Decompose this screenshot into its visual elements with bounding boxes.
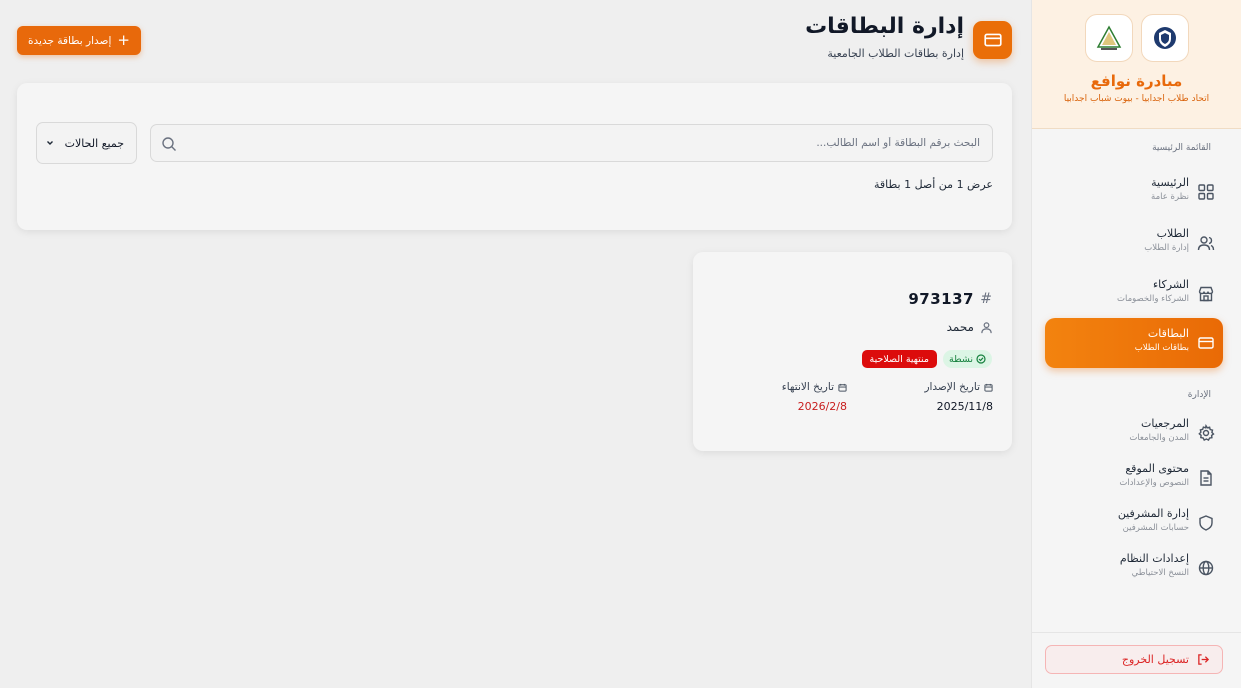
divider (1031, 632, 1241, 633)
sidebar-item-sub: النصوص والإعدادات (1119, 478, 1189, 488)
student-card[interactable]: # 973137 محمد نشطة منتهية الصلاحية تاريخ… (693, 252, 1012, 451)
union-logo (1140, 14, 1189, 62)
sidebar-item-supervisors[interactable]: إدارة المشرفين حسابات المشرفين (1045, 498, 1223, 548)
expiry-date-label-text: تاريخ الانتهاء (781, 381, 834, 393)
sidebar-item-site-content[interactable]: محتوى الموقع النصوص والإعدادات (1045, 453, 1223, 503)
users-icon (1197, 236, 1215, 251)
hash-icon: # (980, 291, 992, 307)
shield-icon (1199, 515, 1213, 531)
card-number: 973137 (908, 290, 974, 308)
globe-icon (1198, 560, 1214, 576)
grid-icon (1198, 184, 1214, 200)
brand-subtitle: اتحاد طلاب اجدابيا - بيوت شباب اجدابيا (1063, 94, 1210, 104)
plus-icon: + (117, 31, 130, 49)
page-title: إدارة البطاقات (805, 14, 964, 39)
sidebar-item-label: إعدادات النظام (1119, 552, 1189, 565)
status-badge-expired-label: منتهية الصلاحية (869, 353, 929, 365)
sidebar-item-label: الطلاب (1156, 227, 1189, 240)
store-icon (1198, 286, 1214, 302)
status-badge-expired: منتهية الصلاحية (861, 350, 937, 368)
sidebar-item-partners[interactable]: الشركاء الشركاء والخصومات (1045, 269, 1223, 319)
card-icon (983, 33, 1002, 47)
sidebar-item-label: الشركاء (1152, 278, 1189, 291)
sidebar-item-sub: نظرة عامة (1151, 192, 1189, 202)
sidebar-item-label: البطاقات (1147, 327, 1189, 340)
issue-card-label: إصدار بطاقة جديدة (28, 34, 112, 47)
calendar-icon (838, 383, 847, 392)
sidebar-item-label: محتوى الموقع (1125, 462, 1189, 475)
check-circle-icon (976, 354, 986, 364)
search-icon (162, 137, 176, 151)
user-icon (981, 322, 992, 334)
card-icon (1198, 337, 1214, 349)
issue-date-value: 2025/11/8 (936, 400, 993, 413)
admin-section-title: الإدارة (1187, 390, 1211, 400)
issue-date-label-text: تاريخ الإصدار (924, 381, 980, 393)
main-section-title: القائمة الرئيسية (1152, 143, 1211, 153)
logout-button[interactable]: تسجيل الخروج (1045, 645, 1223, 674)
gear-icon (1198, 424, 1215, 442)
sidebar-item-cards[interactable]: البطاقات بطاقات الطلاب (1045, 318, 1223, 368)
logout-label: تسجيل الخروج (1121, 653, 1189, 666)
search-box (150, 124, 993, 162)
results-count: عرض 1 من أصل 1 بطاقة (873, 178, 993, 191)
status-filter-value: جميع الحالات (64, 136, 124, 150)
page-icon (973, 21, 1012, 59)
page-subtitle: إدارة بطاقات الطلاب الجامعية (827, 47, 964, 60)
expiry-date-label: تاريخ الانتهاء (782, 381, 847, 393)
calendar-icon (984, 383, 993, 392)
chevron-down-icon (47, 141, 53, 145)
search-input[interactable] (151, 125, 992, 161)
student-name: محمد (946, 320, 974, 334)
sidebar-item-sub: إدارة الطلاب (1144, 243, 1189, 253)
issue-card-button[interactable]: + إصدار بطاقة جديدة (17, 26, 141, 55)
initiative-logo (1084, 14, 1133, 62)
sidebar-item-sub: النسخ الاحتياطي (1131, 568, 1189, 578)
status-badge-active-label: نشطة (948, 353, 973, 365)
issue-date-label: تاريخ الإصدار (924, 381, 993, 393)
logout-icon (1198, 654, 1210, 665)
sidebar-item-home[interactable]: الرئيسية نظرة عامة (1045, 167, 1223, 217)
sidebar-item-label: الرئيسية (1151, 176, 1189, 189)
sidebar: مبادرة نوافع اتحاد طلاب اجدابيا - بيوت ش… (1031, 0, 1241, 688)
sidebar-item-references[interactable]: المرجعيات المدن والجامعات (1045, 408, 1223, 458)
sidebar-item-label: إدارة المشرفين (1117, 507, 1189, 520)
document-icon (1200, 470, 1212, 486)
sidebar-item-sub: المدن والجامعات (1129, 433, 1189, 443)
logos (1032, 14, 1241, 62)
brand-header: مبادرة نوافع اتحاد طلاب اجدابيا - بيوت ش… (1032, 0, 1241, 129)
expiry-date-value: 2026/2/8 (797, 400, 847, 413)
status-filter-select[interactable]: جميع الحالات (36, 122, 137, 164)
sidebar-item-label: المرجعيات (1141, 417, 1189, 430)
filters-panel: جميع الحالات عرض 1 من أصل 1 بطاقة (17, 83, 1012, 230)
sidebar-item-students[interactable]: الطلاب إدارة الطلاب (1045, 218, 1223, 268)
brand-title: مبادرة نوافع (1090, 72, 1183, 90)
sidebar-item-sub: حسابات المشرفين (1122, 523, 1189, 533)
sidebar-item-sub: الشركاء والخصومات (1116, 294, 1189, 304)
sidebar-item-system-settings[interactable]: إعدادات النظام النسخ الاحتياطي (1045, 543, 1223, 593)
sidebar-item-sub: بطاقات الطلاب (1134, 343, 1189, 353)
status-badge-active: نشطة (942, 350, 992, 368)
